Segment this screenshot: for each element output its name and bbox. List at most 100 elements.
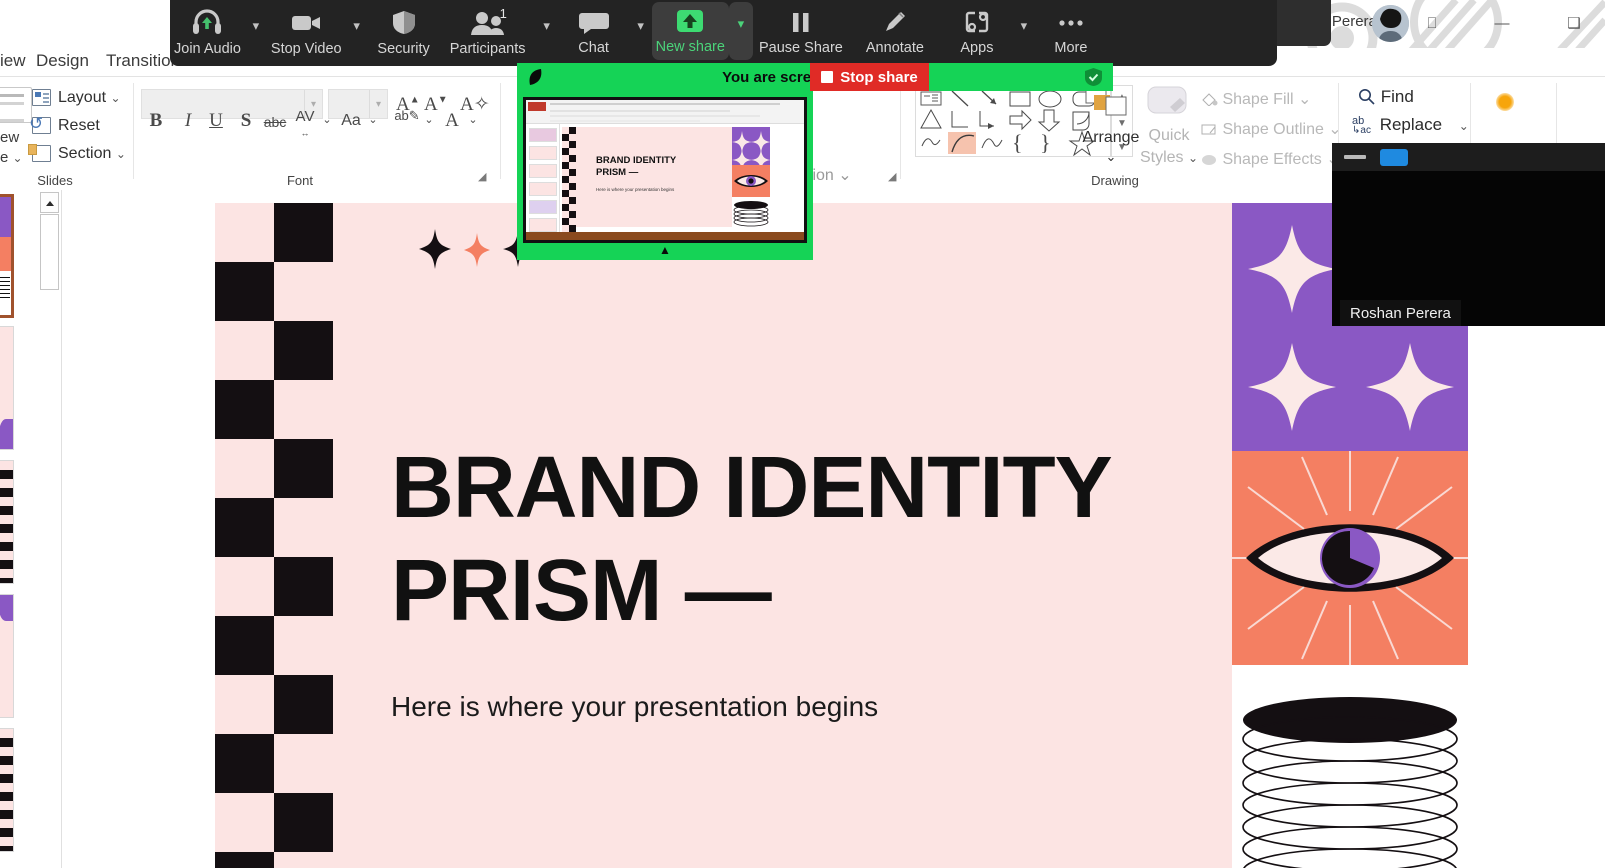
ribbon-display-options-icon[interactable]: ⎕ [1418,10,1446,38]
new-slide-label-bottom[interactable]: e ⌄ [0,149,23,166]
find-button[interactable]: Find [1358,87,1414,107]
layout-button[interactable]: Layout ⌄ [30,85,121,111]
self-view-video-panel[interactable]: Roshan Perera [1332,143,1605,326]
green-up-arrow-icon [677,9,704,32]
strikethrough-button[interactable]: abc [262,115,288,129]
spiral-coil-panel [1232,665,1468,868]
minimize-icon[interactable]: — [1488,10,1516,38]
ribbon-tab-design[interactable]: Design [36,48,89,76]
bold-button[interactable]: B [146,111,166,130]
shape-effects-button[interactable]: Shape Effects ⌄ [1200,149,1340,169]
maximize-icon[interactable] [1380,148,1408,166]
section-button[interactable]: Section ⌄ [28,141,126,167]
zoom-stop-video-button[interactable]: Stop Video [267,0,346,66]
slide-thumbnail-1[interactable] [0,194,14,318]
slide-thumbnail-panel[interactable] [0,190,38,868]
text-highlight-chevron[interactable]: ⌄ [422,115,436,126]
green-leaf-icon [529,69,542,85]
zoom-join-audio-button[interactable]: Join Audio [170,0,245,66]
arrange-label[interactable]: Arrange [1080,129,1142,147]
text-shadow-button[interactable]: S [236,111,256,130]
zoom-chat-button[interactable]: Chat [558,0,630,66]
zoom-video-options-caret[interactable]: ▾ [346,0,368,66]
zoom-new-share-button[interactable]: New share [651,2,729,60]
zoom-new-share-caret[interactable]: ▾ [728,2,753,60]
font-color-chevron[interactable]: ⌄ [466,115,480,126]
preview-ribbon [526,100,804,124]
change-case-button[interactable]: Aa [338,113,364,129]
arrange-chevron-icon[interactable]: ⌄ [1080,149,1142,165]
font-dialog-launcher[interactable]: ◢ [478,171,491,184]
zoom-more-button[interactable]: More [1035,0,1107,66]
text-highlight-color-button[interactable]: ab✎ [394,109,420,122]
preview-checker-square [569,148,576,155]
avatar[interactable] [1372,5,1409,42]
scroll-up-arrow-icon[interactable] [40,192,59,213]
share-preview-panel[interactable]: BRAND IDENTITY PRISM — Here is where you… [517,91,813,260]
checker-square [215,793,274,852]
checker-square [215,380,274,439]
share-preview-thumbnail[interactable]: BRAND IDENTITY PRISM — Here is where you… [523,97,807,243]
shape-fill-button[interactable]: Shape Fill ⌄ [1200,89,1311,109]
shield-check-icon[interactable] [1084,67,1103,87]
add-ins-icon[interactable] [1496,93,1514,111]
preview-status-bar [526,232,804,240]
italic-button[interactable]: I [178,111,198,130]
slide-thumbnail-3[interactable] [0,460,14,584]
zoom-security-button[interactable]: Security [368,0,440,66]
preview-checker-square [562,127,569,134]
quick-styles-label-1[interactable]: Quick [1140,127,1198,145]
shape-outline-button[interactable]: Shape Outline ⌄ [1200,119,1342,139]
character-spacing-chevron[interactable]: ⌄ [320,115,334,126]
slide-subtitle-text[interactable]: Here is where your presentation begins [391,691,1191,723]
preview-checker-square [562,134,569,141]
ellipsis-icon [1059,20,1083,26]
scrollbar-thumb[interactable] [40,214,59,290]
preview-checker-square [569,127,576,134]
new-slide-icon[interactable] [0,87,32,123]
shapes-scroll-down-icon[interactable]: ▼ [1112,119,1132,129]
replace-button[interactable]: ab ↳ac Replace ⌄ [1352,115,1469,136]
restore-icon[interactable]: ❑ [1560,10,1588,38]
current-slide[interactable]: BRAND IDENTITY PRISM — Here is where you… [215,203,1468,868]
checker-square [215,557,274,616]
slide-thumbnail-4[interactable] [0,594,14,718]
zoom-audio-options-caret[interactable]: ▾ [245,0,267,66]
collapse-preview-chevron-icon[interactable]: ▲ [517,244,813,260]
preview-slide-title: BRAND IDENTITY PRISM — [596,155,677,178]
quick-styles-label-2[interactable]: Styles ⌄ [1138,149,1200,167]
zoom-apps-button[interactable]: Apps [941,0,1013,66]
checker-square [274,262,333,321]
preview-checker-square [562,190,569,197]
checker-square [274,793,333,852]
zoom-annotate-label: Annotate [865,40,924,56]
zoom-pause-share-button[interactable]: Pause Share [753,0,849,66]
section-label: Section [58,145,112,162]
toolbar-rounded-edge [1271,0,1331,46]
reset-button[interactable]: Reset [29,111,100,139]
thumbnail-panel-scrollbar[interactable] [40,190,60,868]
zoom-chat-caret[interactable]: ▾ [630,0,652,66]
font-color-button[interactable]: A [442,111,462,130]
underline-button[interactable]: U [206,111,226,130]
stop-share-label: Stop share [840,68,918,86]
stop-share-button[interactable]: Stop share [810,63,929,91]
zoom-annotate-button[interactable]: Annotate [849,0,941,66]
preview-checker-square [562,169,569,176]
slide-thumbnail-2[interactable] [0,326,14,450]
zoom-security-label: Security [377,41,430,57]
zoom-participants-button[interactable]: 1 Participants [440,0,536,66]
slide-title-text[interactable]: BRAND IDENTITY PRISM — [391,437,1291,642]
zoom-meeting-toolbar[interactable]: Join Audio ▾ Stop Video ▾ Security 1 Par… [170,0,1277,66]
zoom-apps-caret[interactable]: ▾ [1013,0,1035,66]
chevron-down-icon: ⌄ [1458,119,1469,133]
character-spacing-button[interactable]: AV ↔ [292,109,318,139]
clear-formatting-button[interactable]: A✧ [460,95,490,114]
change-case-chevron[interactable]: ⌄ [366,115,380,126]
slide-thumbnail-5[interactable] [0,728,14,852]
zoom-participants-caret[interactable]: ▾ [536,0,558,66]
minimize-icon[interactable] [1344,155,1366,159]
chevron-down-icon: ⌄ [110,91,121,105]
replace-icon: ab ↳ac [1352,115,1371,136]
ribbon-tab-view[interactable]: iew [0,48,26,76]
